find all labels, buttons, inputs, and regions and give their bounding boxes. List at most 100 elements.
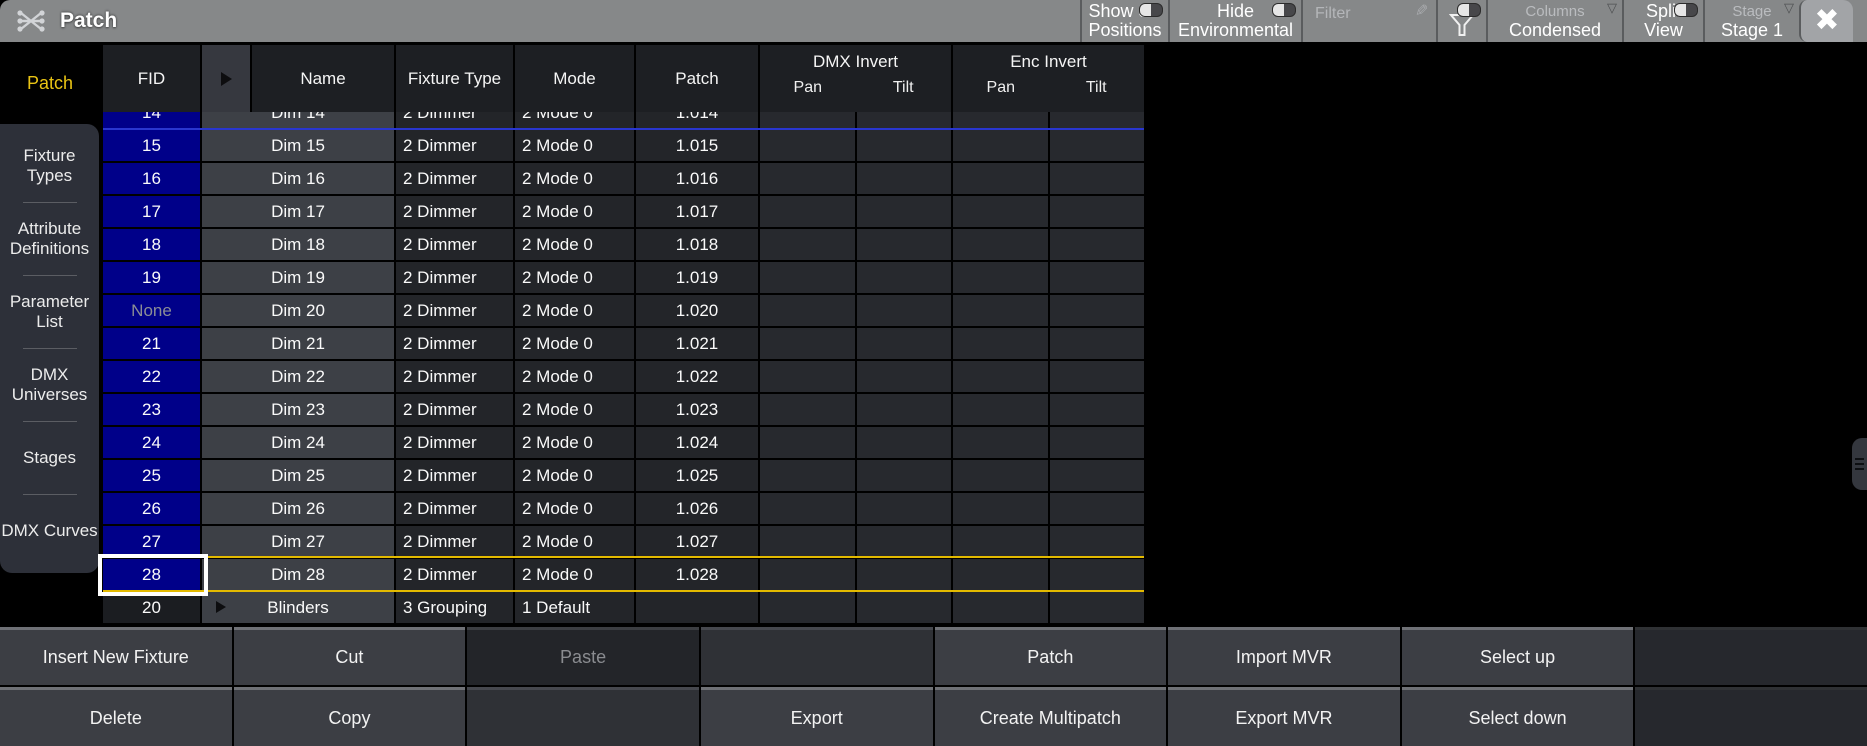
sidebar-item-fixture-types[interactable]: Fixture Types [0,144,99,188]
cell-dmx-invert-tilt[interactable] [857,394,951,425]
cell-enc-invert-tilt[interactable] [1050,559,1144,590]
cell-enc-invert-tilt[interactable] [1050,295,1144,326]
cell-dmx-invert-tilt[interactable] [857,526,951,557]
cell-fid[interactable]: 17 [103,196,200,227]
show-3d-positions-button[interactable]: Show 3D Positions [1080,0,1168,42]
cell-enc-invert-tilt[interactable] [1050,130,1144,161]
column-header-mode[interactable]: Mode [515,45,634,112]
cell-fixture-type[interactable]: 2 Dimmer [396,196,513,227]
cell-name[interactable]: Dim 18 [202,229,394,260]
column-header-patch[interactable]: Patch [636,45,758,112]
stage-dropdown[interactable]: ▽ Stage Stage 1 [1703,0,1799,42]
cell-dmx-invert-tilt[interactable] [857,493,951,524]
cell-patch[interactable]: 1.016 [636,163,758,194]
cell-dmx-invert-pan[interactable] [760,592,855,623]
cell-enc-invert-tilt[interactable] [1050,427,1144,458]
cell-enc-invert-pan[interactable] [953,559,1048,590]
cell-mode[interactable]: 2 Mode 0 [515,559,634,590]
cell-mode[interactable]: 2 Mode 0 [515,262,634,293]
cell-fid[interactable]: None [103,295,200,326]
cell-enc-invert-pan[interactable] [953,328,1048,359]
patch-button[interactable]: Patch [935,627,1167,685]
cell-enc-invert-pan[interactable] [953,592,1048,623]
cell-enc-invert-tilt[interactable] [1050,526,1144,557]
cell-dmx-invert-tilt[interactable] [857,592,951,623]
cell-enc-invert-tilt[interactable] [1050,163,1144,194]
column-header-dmx-invert[interactable]: DMX Invert Pan Tilt [760,45,951,112]
cell-dmx-invert-tilt[interactable] [857,328,951,359]
subheader-dmx-pan[interactable]: Pan [760,79,856,112]
cell-enc-invert-pan[interactable] [953,130,1048,161]
split-view-button[interactable]: Split View [1622,0,1703,42]
cell-mode[interactable]: 2 Mode 0 [515,493,634,524]
cell-patch[interactable]: 1.021 [636,328,758,359]
cell-enc-invert-tilt[interactable] [1050,112,1144,128]
cell-mode[interactable]: 1 Default [515,592,634,623]
cell-patch[interactable]: 1.014 [636,112,758,128]
column-header-name[interactable]: Name [252,45,394,112]
column-header-expand[interactable] [202,45,250,112]
cell-dmx-invert-pan[interactable] [760,229,855,260]
cell-name[interactable]: Dim 21 [202,328,394,359]
cell-enc-invert-pan[interactable] [953,295,1048,326]
cell-mode[interactable]: 2 Mode 0 [515,328,634,359]
cell-name[interactable]: Dim 23 [202,394,394,425]
cell-enc-invert-tilt[interactable] [1050,328,1144,359]
cell-mode[interactable]: 2 Mode 0 [515,163,634,194]
cell-dmx-invert-pan[interactable] [760,130,855,161]
insert-new-fixture-button[interactable]: Insert New Fixture [0,627,232,685]
cell-name[interactable]: Blinders [202,592,394,623]
cell-mode[interactable]: 2 Mode 0 [515,229,634,260]
cell-mode[interactable]: 2 Mode 0 [515,295,634,326]
expand-arrow-icon[interactable] [216,601,226,613]
cell-dmx-invert-pan[interactable] [760,262,855,293]
cell-fid[interactable]: 24 [103,427,200,458]
cell-fixture-type[interactable]: 2 Dimmer [396,493,513,524]
cell-dmx-invert-pan[interactable] [760,526,855,557]
cell-name[interactable]: Dim 26 [202,493,394,524]
cut-button[interactable]: Cut [234,627,466,685]
cell-enc-invert-tilt[interactable] [1050,493,1144,524]
cell-patch[interactable]: 1.015 [636,130,758,161]
cell-dmx-invert-tilt[interactable] [857,559,951,590]
cell-dmx-invert-tilt[interactable] [857,163,951,194]
cell-fixture-type[interactable]: 2 Dimmer [396,295,513,326]
cell-patch[interactable]: 1.028 [636,559,758,590]
cell-dmx-invert-pan[interactable] [760,196,855,227]
cell-dmx-invert-pan[interactable] [760,295,855,326]
sidebar-item-dmx-universes[interactable]: DMX Universes [0,363,99,407]
cell-dmx-invert-pan[interactable] [760,112,855,128]
close-button[interactable]: ✖ [1799,0,1853,42]
cell-enc-invert-pan[interactable] [953,262,1048,293]
cell-enc-invert-pan[interactable] [953,196,1048,227]
cell-patch[interactable]: 1.022 [636,361,758,392]
cell-enc-invert-tilt[interactable] [1050,592,1144,623]
cell-enc-invert-pan[interactable] [953,361,1048,392]
cell-patch[interactable]: 1.027 [636,526,758,557]
cell-mode[interactable]: 2 Mode 0 [515,427,634,458]
paste-button[interactable]: Paste [467,627,699,685]
cell-fid[interactable]: 23 [103,394,200,425]
cell-dmx-invert-tilt[interactable] [857,361,951,392]
cell-dmx-invert-tilt[interactable] [857,460,951,491]
cell-enc-invert-pan[interactable] [953,460,1048,491]
subheader-enc-tilt[interactable]: Tilt [1049,79,1145,112]
sidebar-item-dmx-curves[interactable]: DMX Curves [0,509,99,553]
cell-fixture-type[interactable]: 2 Dimmer [396,559,513,590]
subheader-dmx-tilt[interactable]: Tilt [856,79,952,112]
cell-fid[interactable]: 19 [103,262,200,293]
columns-dropdown[interactable]: ▽ Columns Condensed [1486,0,1622,42]
cell-fixture-type[interactable]: 2 Dimmer [396,526,513,557]
cell-dmx-invert-tilt[interactable] [857,130,951,161]
cell-enc-invert-pan[interactable] [953,112,1048,128]
cell-fixture-type[interactable]: 2 Dimmer [396,163,513,194]
cell-name[interactable]: Dim 20 [202,295,394,326]
copy-button[interactable]: Copy [234,687,466,746]
filter-funnel-button[interactable] [1436,0,1486,42]
cell-fid[interactable]: 18 [103,229,200,260]
cell-enc-invert-tilt[interactable] [1050,196,1144,227]
sidebar-item-stages[interactable]: Stages [0,436,99,480]
import-mvr-button[interactable]: Import MVR [1168,627,1400,685]
cell-dmx-invert-tilt[interactable] [857,229,951,260]
cell-enc-invert-tilt[interactable] [1050,361,1144,392]
